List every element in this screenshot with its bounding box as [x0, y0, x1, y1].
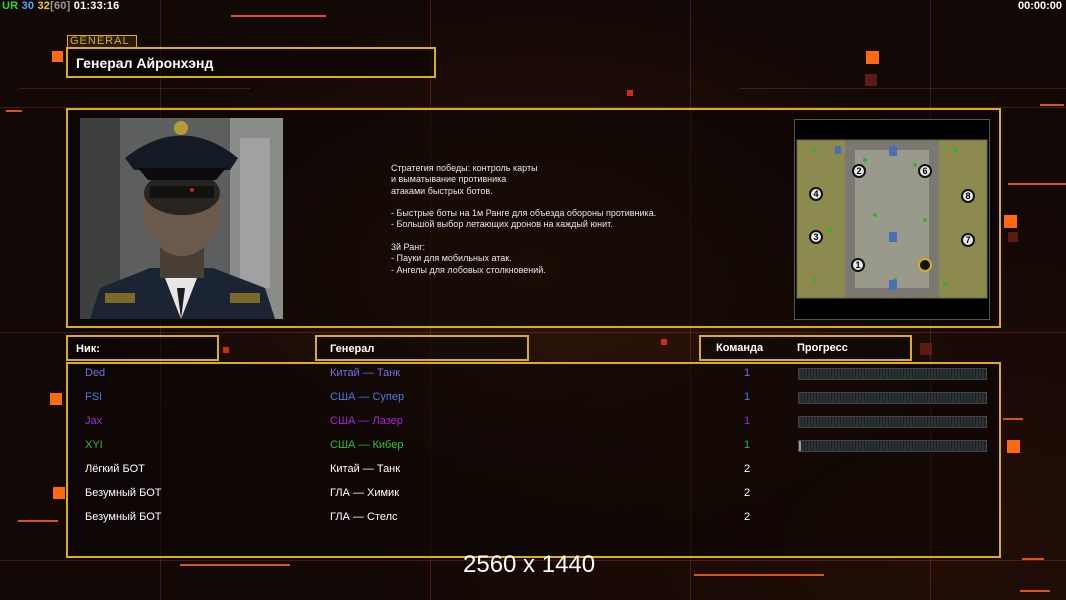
- minimap-slot: 1: [851, 258, 865, 272]
- player-progress-bar: [798, 392, 987, 404]
- player-row: FSI США — Супер 1: [0, 391, 1066, 409]
- general-title-panel: Генерал Айронхэнд: [66, 47, 436, 78]
- player-nick: Безумный БОТ: [85, 511, 162, 523]
- player-team: 2: [744, 463, 751, 475]
- general-name: Генерал Айронхэнд: [76, 55, 214, 71]
- player-general: США — Кибер: [330, 439, 404, 451]
- header-general: Генерал: [315, 335, 529, 361]
- hud-value-1: 30: [21, 0, 35, 12]
- minimap-image: [795, 120, 989, 319]
- player-nick: Ded: [85, 367, 106, 379]
- fps-time-readout: UR 30 32[60] 01:33:16: [2, 0, 119, 12]
- game-timer: 00:00:00: [1017, 0, 1062, 12]
- hud-value-2: 32: [37, 0, 51, 12]
- minimap-slot-empty: [918, 258, 932, 272]
- player-nick: Jax: [85, 415, 103, 427]
- portrait-image: [80, 118, 283, 319]
- player-row: Jax США — Лазер 1: [0, 415, 1066, 433]
- player-row: Ded Китай — Танк 1: [0, 367, 1066, 385]
- header-progress-label: Прогресс: [797, 342, 848, 354]
- minimap-slot: 2: [852, 164, 866, 178]
- general-portrait: [80, 118, 283, 319]
- player-row: XYI США — Кибер 1: [0, 439, 1066, 457]
- header-nick: Ник:: [66, 335, 219, 361]
- hud-elapsed-time: 01:33:16: [73, 0, 120, 12]
- player-team: 1: [744, 415, 751, 427]
- player-nick: Безумный БОТ: [85, 487, 162, 499]
- minimap-preview: 2 6 4 8 3 7 1: [794, 119, 990, 320]
- hud-value-3: [60]: [50, 0, 71, 12]
- player-progress-bar: [798, 440, 987, 452]
- player-team: 1: [744, 367, 751, 379]
- player-nick: Лёгкий БОТ: [85, 463, 145, 475]
- player-general: ГЛА — Химик: [330, 487, 400, 499]
- minimap-slot: 8: [961, 189, 975, 203]
- minimap-slot: 6: [918, 164, 932, 178]
- minimap-slot: 3: [809, 230, 823, 244]
- player-row: Безумный БОТ ГЛА — Химик 2: [0, 487, 1066, 505]
- resolution-overlay: 2560 x 1440: [463, 551, 596, 578]
- minimap-slot: 4: [809, 187, 823, 201]
- player-progress-bar: [798, 416, 987, 428]
- player-row: Безумный БОТ ГЛА — Стелс 2: [0, 511, 1066, 529]
- player-team: 2: [744, 511, 751, 523]
- player-general: США — Супер: [330, 391, 405, 403]
- minimap-slot: 7: [961, 233, 975, 247]
- player-team: 1: [744, 391, 751, 403]
- header-general-label: Генерал: [330, 343, 375, 355]
- header-nick-label: Ник:: [76, 343, 100, 355]
- player-team: 2: [744, 487, 751, 499]
- player-general: Китай — Танк: [330, 463, 401, 475]
- player-general: США — Лазер: [330, 415, 403, 427]
- player-team: 1: [744, 439, 751, 451]
- general-description: Стратегия победы: контроль карты и вымат…: [391, 163, 657, 275]
- player-progress-bar: [798, 368, 987, 380]
- header-team-progress: Команда Прогресс: [699, 335, 912, 361]
- player-row: Лёгкий БОТ Китай — Танк 2: [0, 463, 1066, 481]
- player-nick: XYI: [85, 439, 103, 451]
- player-general: ГЛА — Стелс: [330, 511, 398, 523]
- progress-fill: [799, 441, 801, 451]
- header-team-label: Команда: [716, 342, 764, 354]
- player-general: Китай — Танк: [330, 367, 401, 379]
- hud-ur-label: UR: [2, 0, 19, 12]
- player-nick: FSI: [85, 391, 103, 403]
